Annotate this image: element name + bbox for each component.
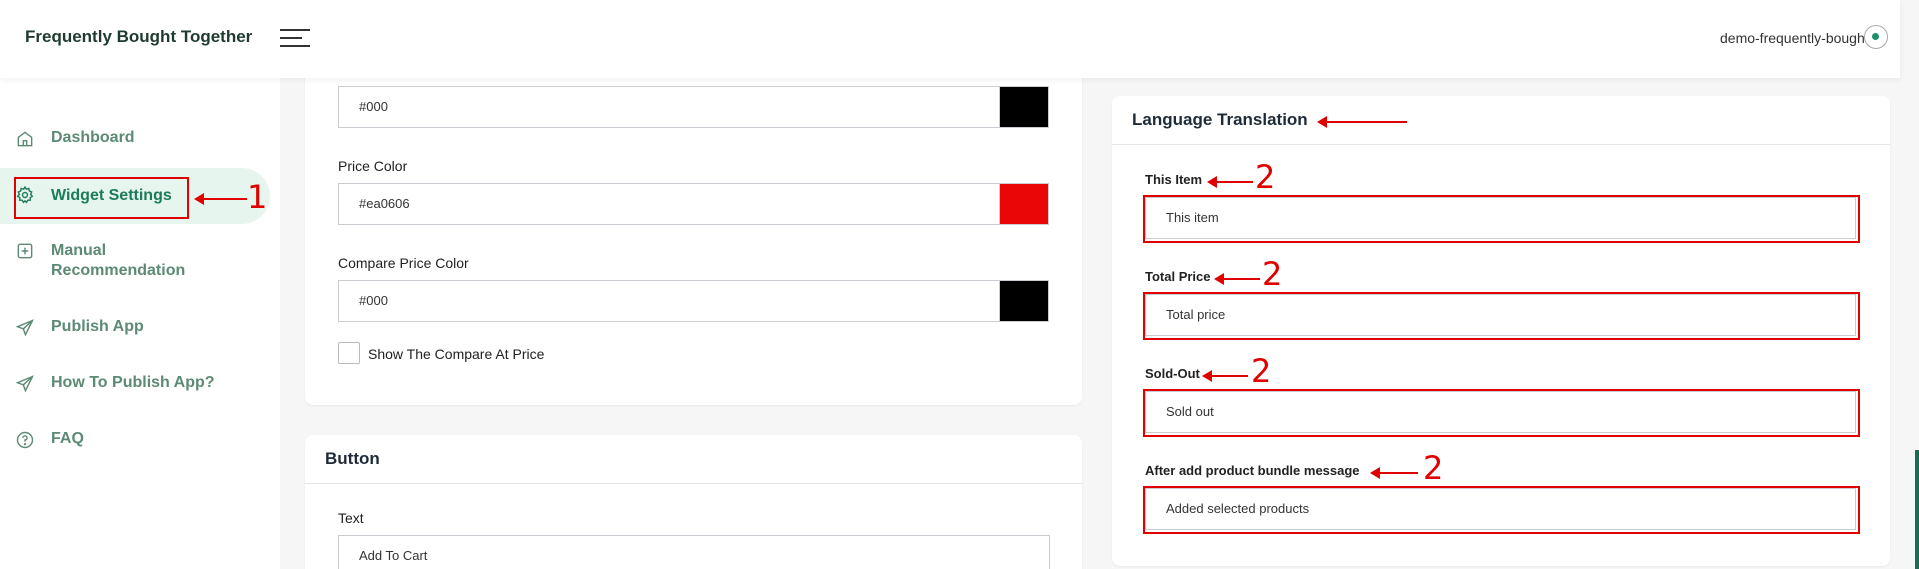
annotation-arrow <box>194 193 247 205</box>
sidebar-item-label: Dashboard <box>51 129 135 146</box>
sidebar-item-publish-app[interactable]: Publish App <box>15 318 270 340</box>
compare-price-color-input[interactable]: #000 <box>338 280 1000 322</box>
annotation-number: 2 <box>1251 352 1272 390</box>
total-price-input[interactable]: Total price <box>1145 294 1856 336</box>
store-avatar[interactable] <box>1864 25 1888 49</box>
plus-square-icon <box>15 241 37 263</box>
sidebar-item-label: FAQ <box>51 430 84 447</box>
price-color-input[interactable]: #ea0606 <box>338 183 1000 225</box>
send-icon <box>15 318 37 340</box>
this-item-input[interactable]: This item <box>1145 197 1856 239</box>
annotation-arrow <box>1317 116 1407 128</box>
annotation-number: 2 <box>1255 158 1276 196</box>
annotation-number: 2 <box>1262 255 1283 293</box>
scrollbar-thumb[interactable] <box>1915 450 1919 569</box>
color-swatch[interactable] <box>999 86 1049 128</box>
compare-price-color-label: Compare Price Color <box>338 255 469 271</box>
sidebar-item-label: Publish App <box>51 318 144 335</box>
sidebar-item-label: Manual Recommendation <box>51 242 186 279</box>
annotation-arrow <box>1370 467 1418 479</box>
panel-divider <box>305 483 1082 484</box>
top-header: Frequently Bought Together demo-frequent… <box>0 0 1900 78</box>
show-compare-label: Show The Compare At Price <box>368 346 545 362</box>
annotation-arrow <box>1202 370 1248 382</box>
question-circle-icon <box>15 430 37 452</box>
language-panel-title: Language Translation <box>1132 110 1308 129</box>
sidebar-item-widget-settings[interactable]: Widget Settings <box>0 168 270 224</box>
price-color-label: Price Color <box>338 158 408 174</box>
sold-out-label: Sold-Out <box>1145 366 1200 381</box>
app-title: Frequently Bought Together <box>25 27 253 46</box>
annotation-arrow <box>1207 176 1253 188</box>
button-text-label: Text <box>338 510 364 526</box>
sidebar-item-dashboard[interactable]: Dashboard <box>15 129 270 151</box>
gear-icon <box>15 185 37 207</box>
sidebar-item-faq[interactable]: FAQ <box>15 430 270 452</box>
store-name[interactable]: demo-frequently-bought <box>1720 30 1869 46</box>
panel-divider <box>1112 144 1890 145</box>
sidebar: Dashboard Widget Settings Manual Recomme… <box>0 78 280 569</box>
sidebar-item-label: Widget Settings <box>51 187 172 204</box>
bundle-message-label: After add product bundle message <box>1145 463 1360 478</box>
language-translation-panel: Language Translation This Item This item… <box>1112 96 1890 566</box>
button-panel-title: Button <box>325 449 380 468</box>
send-icon <box>15 374 37 396</box>
sidebar-item-manual-recommendation[interactable]: Manual Recommendation <box>15 241 270 281</box>
color-swatch[interactable] <box>999 280 1049 322</box>
text-color-input[interactable]: #000 <box>338 86 1000 128</box>
annotation-arrow <box>1214 273 1260 285</box>
annotation-number: 1 <box>247 178 268 216</box>
sold-out-input[interactable]: Sold out <box>1145 391 1856 433</box>
menu-toggle-icon[interactable] <box>280 29 310 47</box>
home-icon <box>15 129 37 151</box>
this-item-label: This Item <box>1145 172 1203 187</box>
total-price-label: Total Price <box>1145 269 1211 284</box>
color-settings-panel: #000 Price Color #ea0606 Compare Price C… <box>305 40 1082 405</box>
show-compare-checkbox[interactable] <box>338 342 360 364</box>
color-swatch[interactable] <box>999 183 1049 225</box>
sidebar-item-how-to-publish[interactable]: How To Publish App? <box>15 374 270 396</box>
button-text-input[interactable]: Add To Cart <box>338 535 1050 569</box>
sidebar-item-label: How To Publish App? <box>51 374 215 391</box>
bundle-message-input[interactable]: Added selected products <box>1145 488 1856 530</box>
annotation-number: 2 <box>1423 449 1444 487</box>
button-settings-panel: Button Text Add To Cart <box>305 435 1082 569</box>
